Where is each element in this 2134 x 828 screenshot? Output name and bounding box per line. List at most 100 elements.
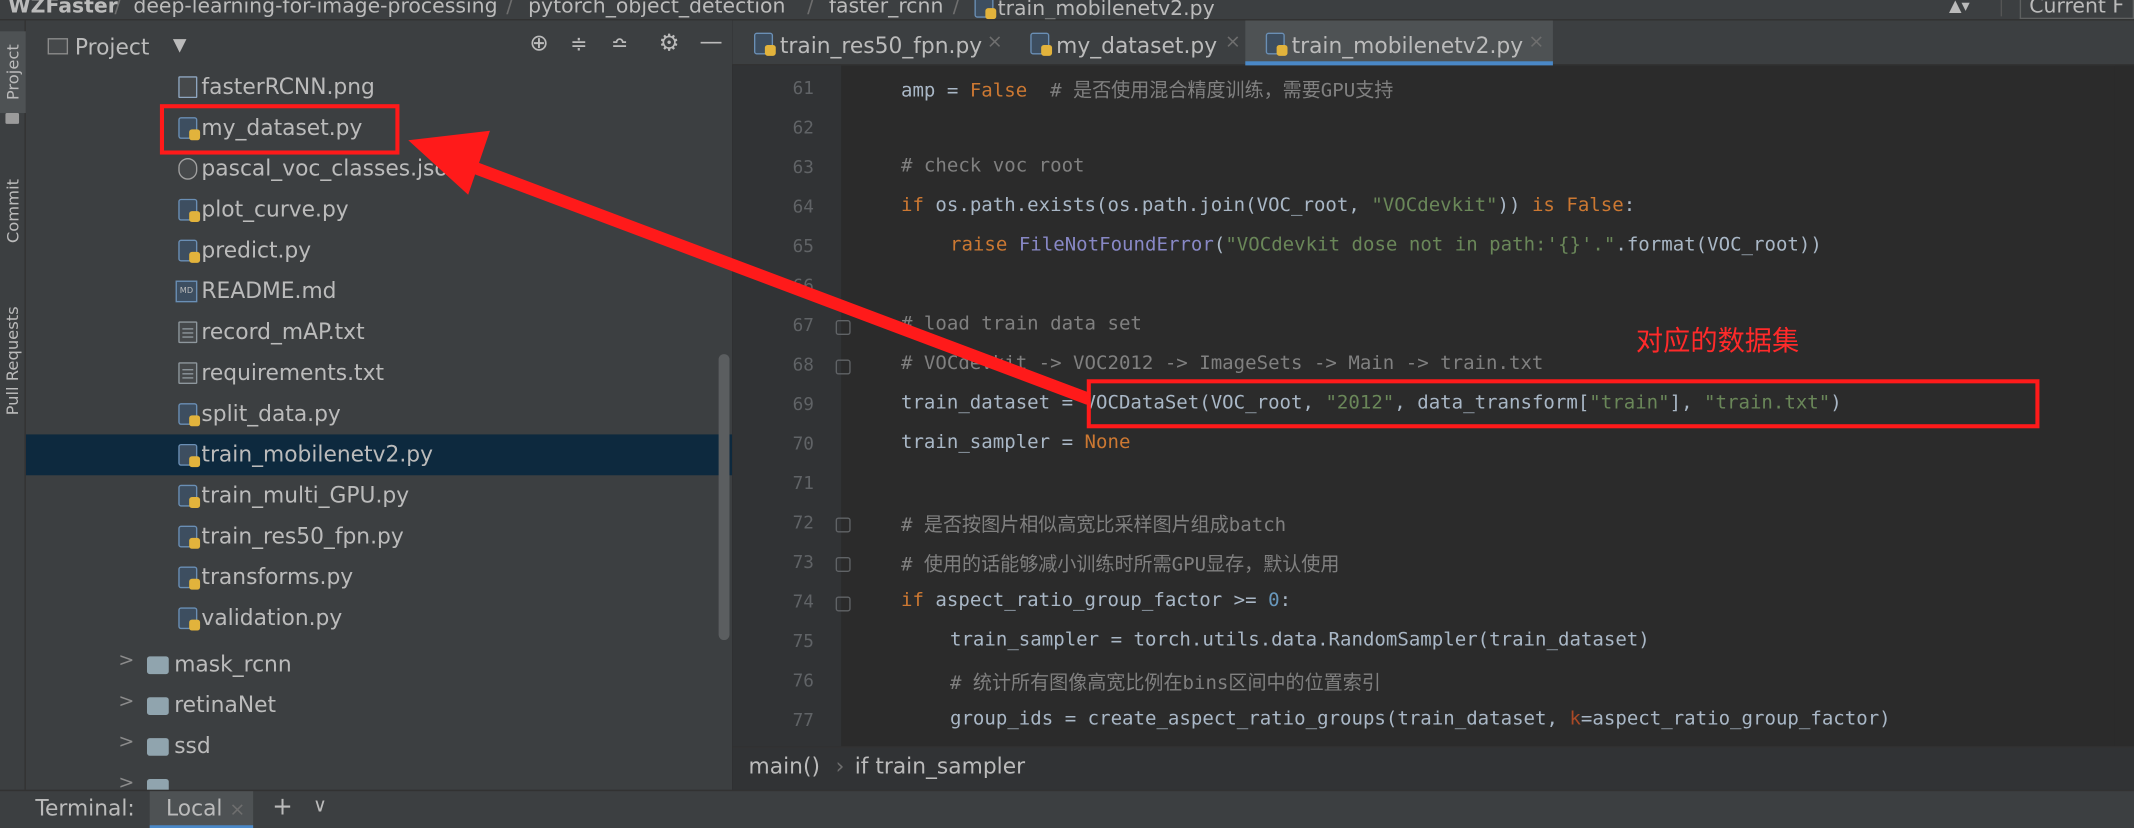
project-scrollbar[interactable]: [718, 354, 730, 641]
code-line[interactable]: group_ids = create_aspect_ratio_groups(t…: [950, 708, 1891, 730]
folder-icon: [146, 697, 169, 715]
expand-all-icon[interactable]: ≑: [570, 31, 587, 56]
file-row[interactable]: requirements.txt: [26, 353, 732, 394]
file-row[interactable]: plot_curve.py: [26, 189, 732, 230]
code-line[interactable]: # load train data set: [901, 313, 1142, 335]
chevron-right-icon[interactable]: >: [118, 731, 134, 753]
chevron-right-icon[interactable]: >: [118, 772, 134, 790]
code-line[interactable]: train_sampler = None: [901, 432, 1130, 454]
line-number: 64: [792, 197, 814, 218]
code-line[interactable]: # 是否按图片相似高宽比采样图片组成batch: [901, 511, 1286, 538]
annotation-label: 对应的数据集: [1635, 324, 1800, 357]
project-panel: Project ▼ ⊕ ≑ ≏ ⚙ — fasterRCNN.png my_da…: [25, 20, 733, 790]
fold-marker-icon[interactable]: [835, 596, 851, 612]
gear-icon[interactable]: ⚙: [659, 30, 680, 57]
file-row[interactable]: pascal_voc_classes.json: [26, 148, 732, 189]
code-line[interactable]: train_sampler = torch.utils.data.RandomS…: [950, 629, 1650, 651]
json-file-icon: [178, 157, 198, 180]
line-number: 75: [792, 631, 814, 653]
file-row[interactable]: split_data.py: [26, 394, 732, 435]
close-icon[interactable]: ×: [229, 799, 245, 821]
breadcrumb-function[interactable]: main(): [749, 753, 820, 779]
tab-my-dataset[interactable]: my_dataset.py ×: [1009, 20, 1246, 65]
python-file-icon: [178, 403, 201, 427]
close-icon[interactable]: ×: [1528, 31, 1544, 53]
code-line[interactable]: # VOCdevkit -> VOC2012 -> ImageSets -> M…: [901, 353, 1543, 375]
tab-train-mobilenetv2[interactable]: train_mobilenetv2.py ×: [1245, 20, 1553, 66]
file-row[interactable]: validation.py: [26, 598, 732, 639]
breadcrumb-repo[interactable]: deep-learning-for-image-processing: [133, 0, 497, 18]
editor-error-stripe: [2114, 65, 2134, 747]
code-line[interactable]: # 统计所有图像高宽比例在bins区间中的位置索引: [950, 669, 1381, 696]
code-line[interactable]: train_dataset = VOCDataSet(VOC_root, "20…: [901, 392, 1842, 414]
folder-icon: [146, 738, 169, 756]
project-tool-tab[interactable]: Project: [0, 31, 26, 114]
file-row[interactable]: train_multi_GPU.py: [26, 475, 732, 516]
locate-icon[interactable]: ⊕: [529, 30, 548, 57]
tab-train-res50-fpn[interactable]: train_res50_fpn.py ×: [732, 20, 1008, 65]
breadcrumb-folder[interactable]: pytorch_object_detection: [528, 0, 785, 18]
file-row[interactable]: train_res50_fpn.py: [26, 516, 732, 557]
editor-tab-bar: train_res50_fpn.py × my_dataset.py × tra…: [732, 20, 2134, 66]
code-line[interactable]: raise FileNotFoundError("VOCdevkit dose …: [950, 234, 1822, 256]
line-number: 61: [792, 78, 814, 100]
python-file-icon: [1265, 32, 1288, 56]
add-terminal-icon[interactable]: +: [272, 793, 293, 822]
project-panel-header: Project ▼ ⊕ ≑ ≏ ⚙ —: [26, 29, 732, 67]
breadcrumb-subfolder[interactable]: faster_rcnn: [829, 0, 944, 18]
commit-tool-tab[interactable]: Commit: [0, 157, 26, 266]
line-number: 62: [792, 118, 814, 139]
fold-marker-icon[interactable]: [835, 320, 851, 336]
python-file-icon: [178, 607, 201, 631]
code-line[interactable]: if aspect_ratio_group_factor >= 0:: [901, 590, 1291, 612]
user-icon[interactable]: ▲▾: [1949, 0, 1970, 15]
code-line[interactable]: if os.path.exists(os.path.join(VOC_root,…: [901, 195, 1635, 217]
code-line[interactable]: # check voc root: [901, 155, 1085, 177]
file-row[interactable]: fasterRCNN.png: [26, 67, 732, 108]
folder-icon: [146, 656, 169, 675]
file-row[interactable]: MD README.md: [26, 271, 732, 312]
terminal-tab-local[interactable]: Local ×: [149, 791, 254, 828]
breadcrumb-separator: /: [807, 0, 814, 18]
chevron-down-icon[interactable]: ▼: [173, 35, 187, 55]
line-number: 68: [792, 355, 814, 376]
file-row[interactable]: my_dataset.py: [26, 108, 732, 149]
line-number: 76: [792, 671, 814, 692]
close-icon[interactable]: ×: [1225, 31, 1241, 53]
folder-row[interactable]: >: [26, 767, 732, 790]
fold-marker-icon[interactable]: [835, 517, 851, 533]
markdown-file-icon: MD: [175, 280, 198, 303]
run-configuration-select[interactable]: Current F: [2019, 0, 2134, 20]
folder-row[interactable]: > ssd: [26, 726, 732, 767]
breadcrumb-project[interactable]: WZFaster: [8, 0, 118, 18]
breadcrumb-file[interactable]: train_mobilenetv2.py: [974, 0, 1215, 19]
pull-requests-tool-tab[interactable]: Pull Requests: [0, 286, 26, 436]
fold-marker-icon[interactable]: [835, 359, 851, 375]
file-row[interactable]: record_mAP.txt: [26, 312, 732, 353]
terminal-label: Terminal:: [35, 795, 135, 822]
line-number: 70: [792, 434, 814, 455]
line-number: 69: [792, 394, 814, 416]
line-number: 67: [792, 315, 814, 337]
project-view-title[interactable]: Project: [75, 34, 150, 60]
chevron-down-icon[interactable]: ∨: [313, 795, 327, 817]
collapse-all-icon[interactable]: ≏: [611, 31, 628, 56]
navigation-bar: WZFaster / deep-learning-for-image-proce…: [0, 0, 2134, 21]
code-line[interactable]: # 使用的话能够减小训练时所需GPU显存，默认使用: [901, 550, 1339, 577]
code-line[interactable]: amp = False # 是否使用混合精度训练，需要GPU支持: [901, 76, 1393, 103]
file-row-selected[interactable]: train_mobilenetv2.py: [25, 434, 733, 476]
file-row[interactable]: transforms.py: [26, 557, 732, 598]
fold-marker-icon[interactable]: [835, 556, 851, 572]
python-file-icon: [178, 117, 201, 141]
folder-row[interactable]: > retinaNet: [26, 685, 732, 726]
line-number: 66: [792, 276, 814, 297]
breadcrumb-separator: /: [952, 0, 960, 18]
hide-icon[interactable]: —: [700, 29, 723, 56]
close-icon[interactable]: ×: [987, 31, 1003, 53]
chevron-right-icon[interactable]: >: [118, 690, 134, 712]
line-number: 74: [792, 592, 814, 613]
chevron-right-icon[interactable]: >: [118, 650, 134, 672]
breadcrumb-block[interactable]: if train_sampler: [855, 753, 1025, 779]
folder-row[interactable]: > mask_rcnn: [26, 644, 732, 685]
file-row[interactable]: predict.py: [26, 230, 732, 271]
